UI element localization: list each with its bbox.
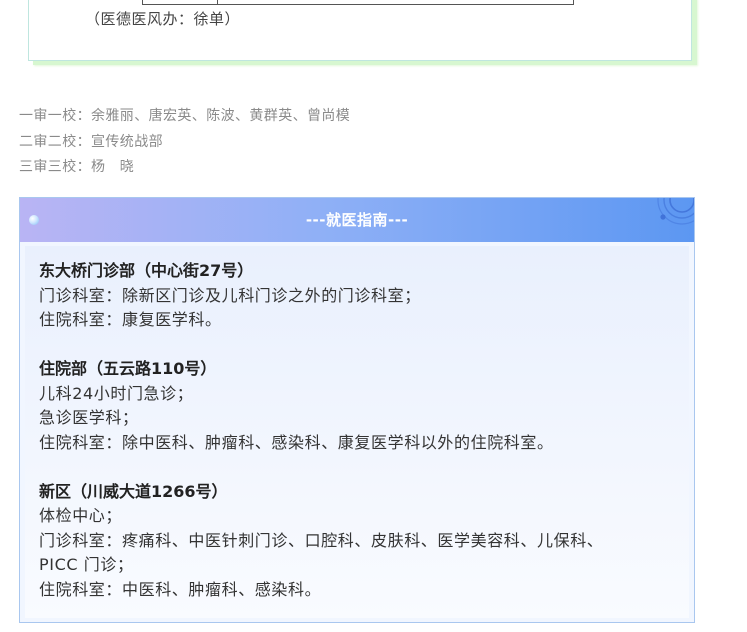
section-line: 住院科室：康复医学科。 — [39, 310, 222, 329]
section-title: 东大桥门诊部（中心街27号） — [39, 261, 254, 280]
guide-card: ---就医指南--- 东大桥门诊部（中心街27号） 门诊科室：除新区门诊及儿科门… — [19, 197, 695, 623]
guide-body: 东大桥门诊部（中心街27号） 门诊科室：除新区门诊及儿科门诊之外的门诊科室； 住… — [25, 246, 689, 618]
section-inpatient: 住院部（五云路110号） 儿科24小时门急诊； 急诊医学科； 住院科室：除中医科… — [39, 357, 689, 455]
section-line: 门诊科室：除新区门诊及儿科门诊之外的门诊科室； — [39, 285, 421, 305]
section-line: 住院科室：中医科、肿瘤科、感染科。 — [39, 579, 322, 599]
credit-table — [142, 0, 574, 5]
section-new-district: 新区（川威大道1266号） 体检中心； 门诊科室：疼痛科、中医针刺门诊、口腔科、… — [39, 480, 689, 603]
section-line: 体检中心； — [39, 506, 123, 525]
section-line: 门诊科室：疼痛科、中医针刺门诊、口腔科、皮肤科、医学美容科、儿保科、 — [39, 530, 604, 550]
guide-header: ---就医指南--- — [20, 198, 694, 242]
section-title: 住院部（五云路110号） — [39, 359, 217, 378]
section-line: PICC 门诊； — [39, 555, 134, 574]
review-line-3: 三审三校：杨 晓 — [19, 159, 135, 175]
review-line-1: 一审一校：余雅丽、唐宏英、陈波、黄群英、曾尚模 — [19, 108, 351, 124]
credit-note: （医德医风办：徐单） — [85, 10, 241, 28]
credit-box: （医德医风办：徐单） — [28, 0, 692, 61]
section-line: 急诊医学科； — [39, 408, 139, 427]
section-dongdaqiao: 东大桥门诊部（中心街27号） 门诊科室：除新区门诊及儿科门诊之外的门诊科室； 住… — [39, 259, 689, 333]
review-line-2: 二审二校：宣传统战部 — [19, 133, 163, 150]
section-line: 儿科24小时门急诊； — [39, 383, 194, 403]
review-lines: 一审一校：余雅丽、唐宏英、陈波、黄群英、曾尚模 二审二校：宣传统战部 三审三校：… — [19, 104, 350, 181]
section-line: 住院科室：除中医科、肿瘤科、感染科、康复医学科以外的住院科室。 — [39, 432, 554, 452]
concentric-arcs-icon — [657, 198, 694, 225]
guide-title: ---就医指南--- — [305, 211, 409, 229]
section-title: 新区（川威大道1266号） — [39, 481, 228, 501]
credit-table-divider — [217, 0, 218, 4]
